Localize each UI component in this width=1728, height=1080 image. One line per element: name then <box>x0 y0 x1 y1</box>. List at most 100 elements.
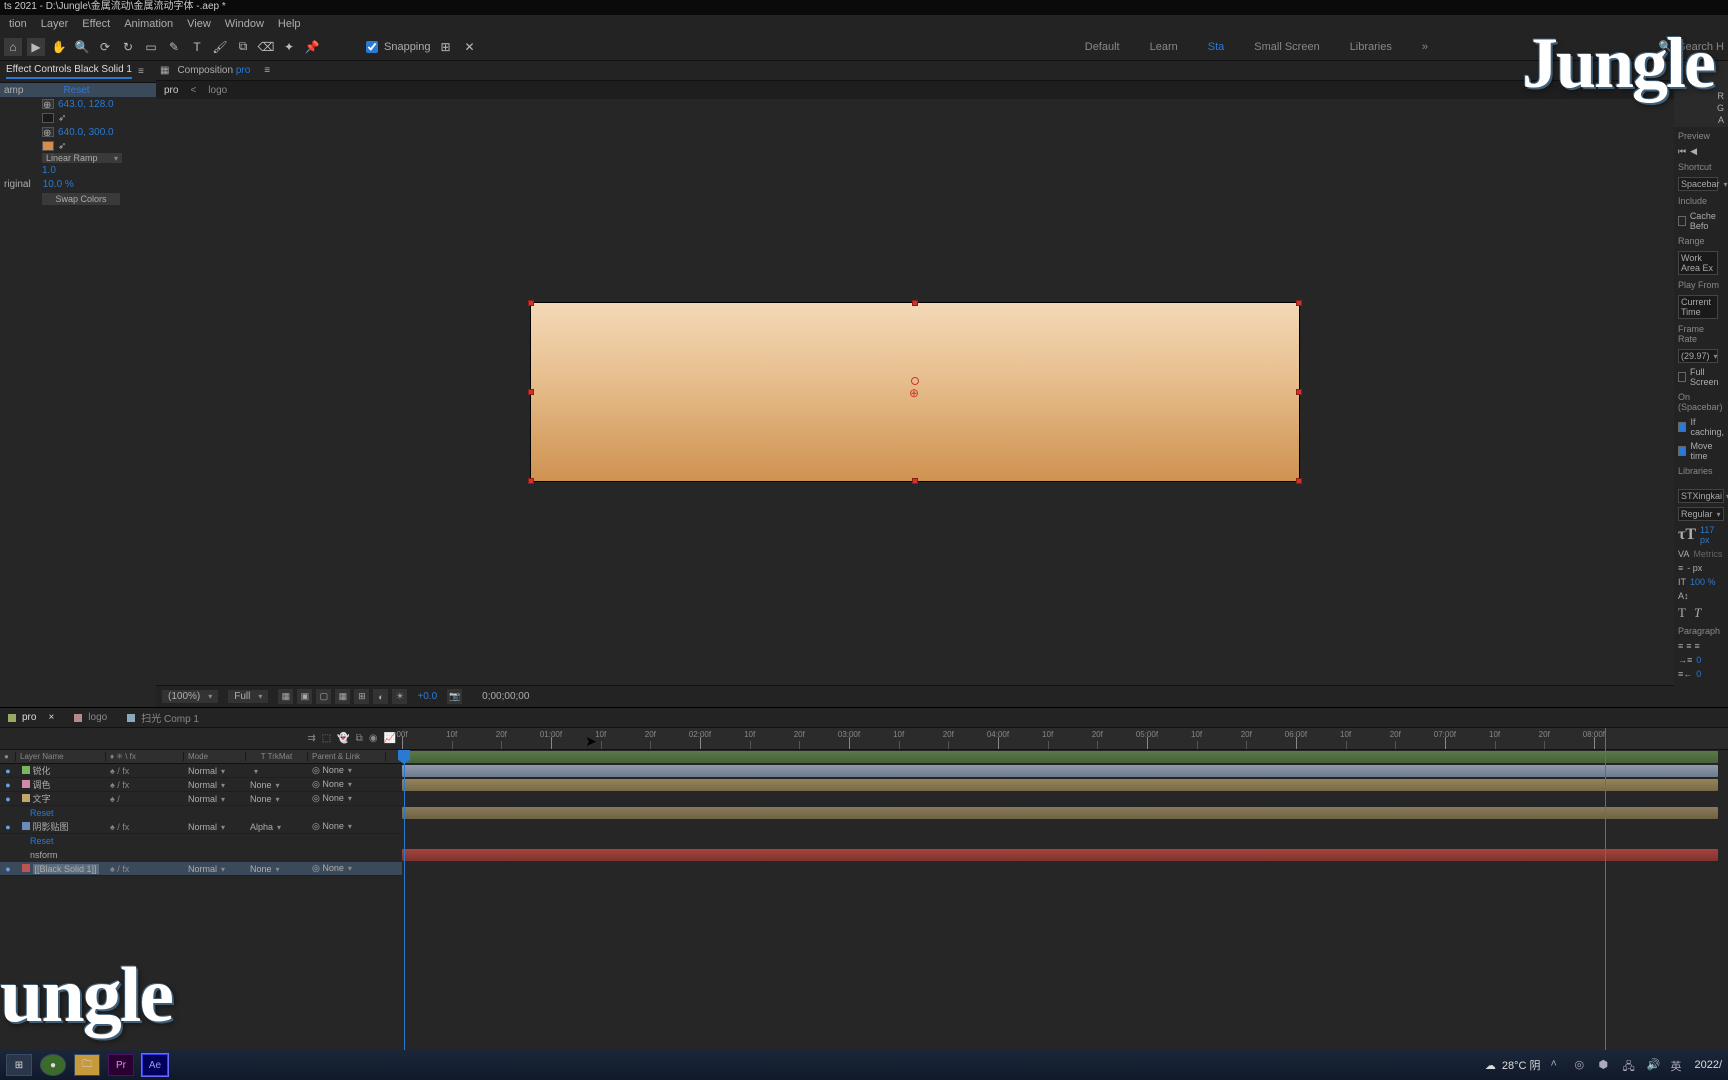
ifcaching-checkbox[interactable] <box>1678 422 1686 432</box>
vscale-value[interactable]: 100 % <box>1690 577 1716 587</box>
composition-canvas[interactable]: ⊕ <box>530 302 1300 482</box>
layer-row[interactable]: ● 调色♠ / fxNormalNone◎ None <box>0 778 402 792</box>
start-point-value[interactable]: 643.0, 128.0 <box>58 99 114 110</box>
guides-icon[interactable]: ⊞ <box>354 689 369 704</box>
snapshot-icon[interactable]: 📷 <box>447 689 462 704</box>
ramp-shape-dropdown[interactable]: Linear Ramp <box>42 153 122 163</box>
rotate-tool-icon[interactable]: ↻ <box>119 38 137 56</box>
layer-bar[interactable] <box>402 779 1718 791</box>
start-color-swatch[interactable] <box>42 113 54 123</box>
ramp-scatter-value[interactable]: 1.0 <box>42 165 56 176</box>
layer-bar[interactable] <box>402 849 1718 861</box>
canvas-area[interactable]: ⊕ <box>156 99 1674 685</box>
resize-handle[interactable] <box>1296 389 1302 395</box>
help-search[interactable]: 🔍 Search H <box>1658 40 1724 53</box>
kerning-value[interactable]: Metrics <box>1693 549 1722 559</box>
type-tool-icon[interactable]: T <box>188 38 206 56</box>
playfrom-dropdown[interactable]: Current Time <box>1678 295 1718 319</box>
motion-blur-icon[interactable]: ◉ <box>369 733 378 744</box>
menu-item[interactable]: Help <box>271 18 308 30</box>
rect-tool-icon[interactable]: ▭ <box>142 38 160 56</box>
crosshair-icon[interactable]: ⊕ <box>42 99 54 109</box>
graph-editor-icon[interactable]: 📈 <box>384 733 396 744</box>
shortcut-dropdown[interactable]: Spacebar <box>1678 177 1718 191</box>
layer-bar[interactable] <box>402 807 1718 819</box>
layer-bar[interactable] <box>402 751 1718 763</box>
current-time-display[interactable]: 0;00;00;00 <box>482 691 529 702</box>
timeline-tab[interactable]: 扫光 Comp 1 <box>127 710 199 725</box>
layer-row[interactable]: ● 锐化♠ / fxNormal◎ None <box>0 764 402 778</box>
timeline-tab[interactable]: logo <box>74 712 107 723</box>
preview-panel-header[interactable]: Preview <box>1674 129 1728 143</box>
bold-type-icon[interactable]: T <box>1678 605 1686 621</box>
brush-tool-icon[interactable]: 🖌 <box>211 38 229 56</box>
framerate-dropdown[interactable]: (29.97) <box>1678 349 1718 363</box>
file-explorer-icon[interactable]: 🗀 <box>74 1054 100 1076</box>
selection-tool-icon[interactable]: ▶ <box>27 38 45 56</box>
channel-icon[interactable]: ◐ <box>373 689 388 704</box>
tray-icon[interactable]: ◎ <box>1574 1058 1588 1072</box>
zoom-dropdown[interactable]: (100%) <box>162 690 218 703</box>
reset-exposure-icon[interactable]: ☀ <box>392 689 407 704</box>
tray-icon[interactable]: ⬢ <box>1598 1058 1612 1072</box>
effect-reset-link[interactable]: Reset <box>23 85 89 96</box>
layer-property[interactable]: Reset <box>0 806 402 820</box>
fullscreen-checkbox[interactable] <box>1678 372 1686 382</box>
resize-handle[interactable] <box>528 478 534 484</box>
italic-type-icon[interactable]: T <box>1694 605 1701 621</box>
zoom-tool-icon[interactable]: 🔍 <box>73 38 91 56</box>
resize-handle[interactable] <box>1296 478 1302 484</box>
snap-center-icon[interactable]: ✕ <box>461 38 479 56</box>
workspace-tab[interactable]: Libraries <box>1350 41 1392 53</box>
menu-item[interactable]: Effect <box>75 18 117 30</box>
indent-value[interactable]: 0 <box>1696 669 1701 679</box>
hide-shy-icon[interactable]: 👻 <box>337 733 349 744</box>
network-icon[interactable]: 🖧 <box>1622 1058 1636 1072</box>
layer-bar[interactable] <box>402 765 1718 777</box>
first-frame-icon[interactable]: ⏮ <box>1678 146 1686 157</box>
viewer-lock-icon[interactable]: ▦ <box>160 65 169 76</box>
resize-handle[interactable] <box>912 478 918 484</box>
tray-chevron-icon[interactable]: ˄ <box>1550 1058 1564 1072</box>
task-view-icon[interactable]: ⊞ <box>6 1054 32 1076</box>
breadcrumb[interactable]: pro <box>164 85 178 96</box>
eraser-tool-icon[interactable]: ⌫ <box>257 38 275 56</box>
ime-icon[interactable]: 英 <box>1670 1058 1684 1072</box>
eyedropper-icon[interactable]: ➶ <box>58 113 68 124</box>
transparency-grid-icon[interactable]: ▦ <box>278 689 293 704</box>
tracks-area[interactable] <box>402 750 1728 1050</box>
workspace-overflow-icon[interactable]: » <box>1422 41 1428 53</box>
eyedropper-icon[interactable]: ➶ <box>58 141 68 152</box>
clone-tool-icon[interactable]: ⧉ <box>234 38 252 56</box>
layer-row[interactable]: ● [[Black Solid 1]]♠ / fxNormalNone◎ Non… <box>0 862 402 876</box>
indent-value[interactable]: 0 <box>1696 655 1701 665</box>
layer-row[interactable]: ● 文字♠ /NormalNone◎ None <box>0 792 402 806</box>
end-color-swatch[interactable] <box>42 141 54 151</box>
roi-icon[interactable]: ▢ <box>316 689 331 704</box>
resize-handle[interactable] <box>912 300 918 306</box>
wechat-icon[interactable]: ● <box>40 1054 66 1076</box>
workspace-tab[interactable]: Sta <box>1208 41 1225 53</box>
effect-point-marker[interactable] <box>911 377 919 385</box>
menu-item[interactable]: Window <box>218 18 271 30</box>
menu-item[interactable]: View <box>180 18 218 30</box>
grid-icon[interactable]: ▦ <box>335 689 350 704</box>
time-ruler[interactable]: 00f10f20f01:00f10f20f02:00f10f20f03:00f1… <box>402 728 1728 750</box>
roto-tool-icon[interactable]: ✦ <box>280 38 298 56</box>
puppet-tool-icon[interactable]: 📌 <box>303 38 321 56</box>
font-style-dropdown[interactable]: Regular <box>1678 507 1724 521</box>
crosshair-icon[interactable]: ⊕ <box>42 127 54 137</box>
align-left-icon[interactable]: ≡ <box>1678 641 1683 651</box>
blend-value[interactable]: 10.0 % <box>43 179 74 190</box>
workspace-tab[interactable]: Learn <box>1150 41 1178 53</box>
pen-tool-icon[interactable]: ✎ <box>165 38 183 56</box>
premiere-icon[interactable]: Pr <box>108 1054 134 1076</box>
mask-toggle-icon[interactable]: ▣ <box>297 689 312 704</box>
work-area-end[interactable] <box>1605 728 1606 1050</box>
layer-property[interactable]: nsform <box>0 848 402 862</box>
menu-item[interactable]: Layer <box>34 18 76 30</box>
effect-controls-tab[interactable]: Effect Controls Black Solid 1 ≡ <box>0 61 156 83</box>
resize-handle[interactable] <box>1296 300 1302 306</box>
after-effects-icon[interactable]: Ae <box>142 1054 168 1076</box>
end-point-value[interactable]: 640.0, 300.0 <box>58 127 114 138</box>
